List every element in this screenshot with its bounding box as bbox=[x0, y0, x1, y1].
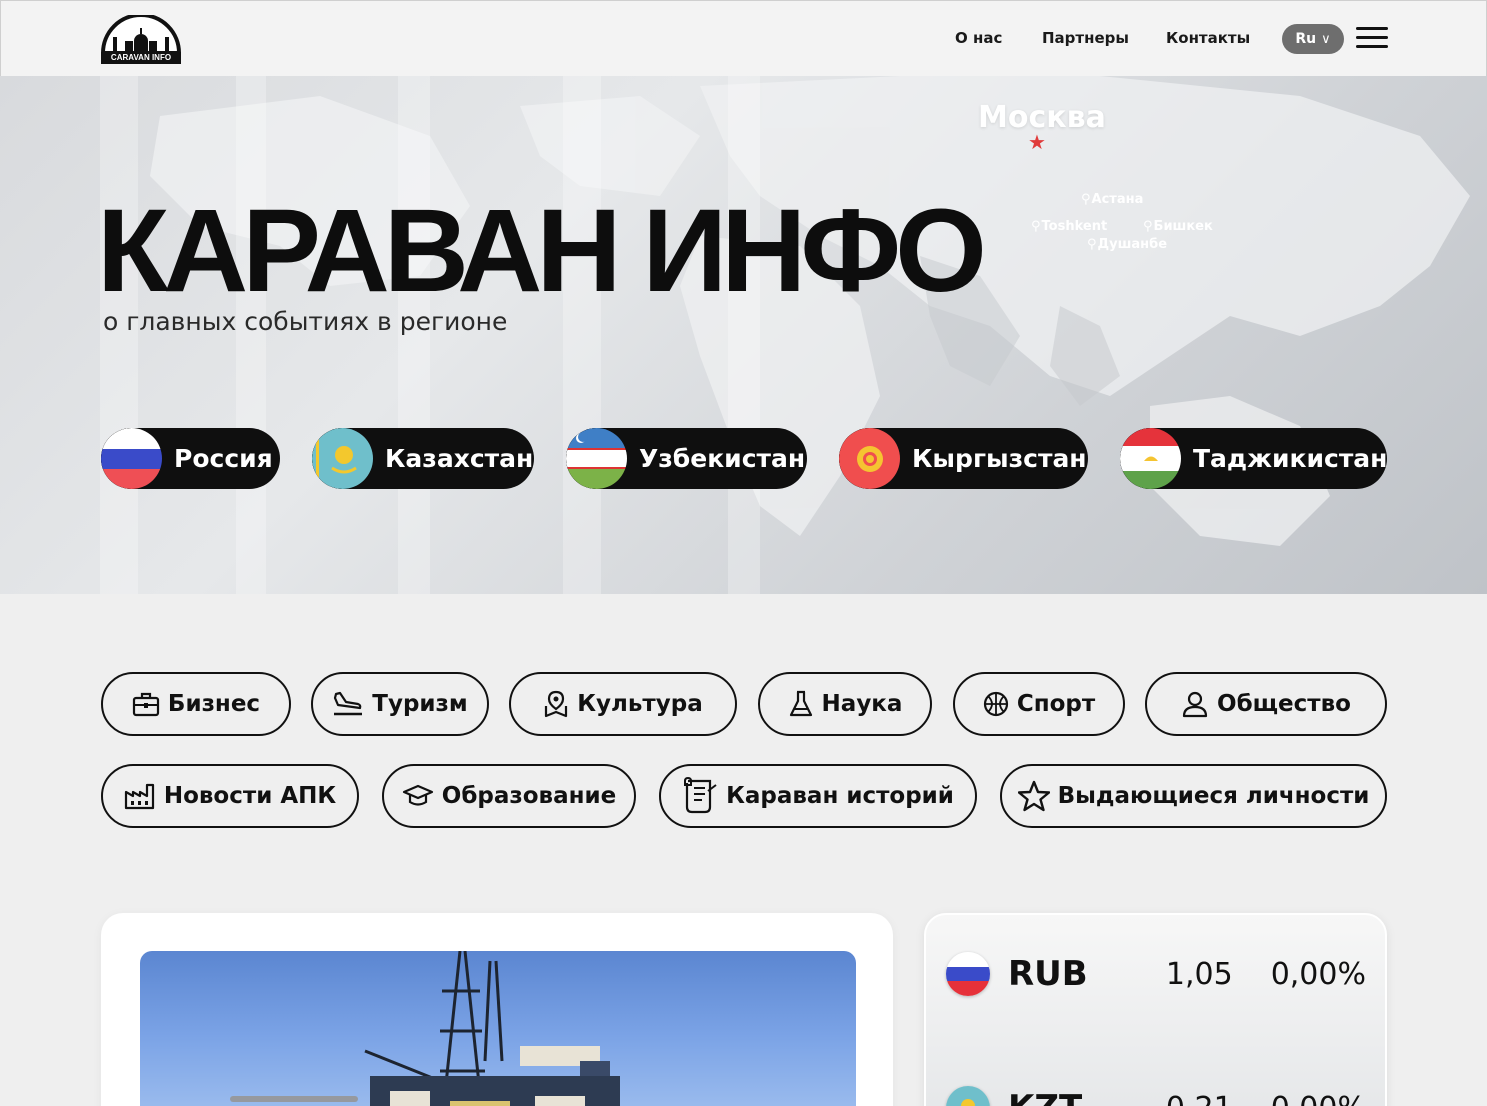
currency-rates-card: RUB 1,05 0,00% KZT 0,21 0,00% bbox=[924, 913, 1387, 1106]
country-label: Кыргызстан bbox=[912, 444, 1087, 473]
city-astana: ⚲Астана bbox=[1081, 192, 1143, 207]
currency-change: 0,00% bbox=[1271, 1091, 1366, 1106]
category-label: Общество bbox=[1217, 691, 1351, 717]
city-tashkent: ⚲Toshkent bbox=[1031, 219, 1107, 234]
category-tourism[interactable]: Туризм bbox=[311, 672, 489, 736]
category-sport[interactable]: Спорт bbox=[953, 672, 1125, 736]
nav-partners[interactable]: Партнеры bbox=[1042, 29, 1129, 47]
country-uzbekistan[interactable]: Узбекистан bbox=[566, 428, 807, 489]
decor-stripe bbox=[728, 76, 760, 594]
flask-icon bbox=[789, 690, 812, 717]
city-label: Toshkent bbox=[1041, 219, 1108, 234]
russia-flag-icon bbox=[101, 428, 162, 489]
country-label: Россия bbox=[174, 444, 273, 473]
uzbekistan-flag-icon bbox=[566, 428, 627, 489]
pin-icon: ⚲ bbox=[1087, 237, 1097, 252]
country-kazakhstan[interactable]: Казахстан bbox=[312, 428, 534, 489]
category-culture[interactable]: Культура bbox=[509, 672, 737, 736]
menu-icon[interactable] bbox=[1356, 27, 1388, 49]
currency-rate: 0,21 bbox=[1138, 1091, 1233, 1106]
scroll-icon bbox=[684, 777, 717, 814]
basketball-icon bbox=[983, 691, 1008, 717]
city-label: Душанбе bbox=[1097, 237, 1168, 252]
category-caravan-stories[interactable]: Караван историй bbox=[659, 764, 977, 828]
decor-stripe bbox=[563, 76, 601, 594]
currency-row-rub: RUB 1,05 0,00% bbox=[946, 951, 1366, 997]
category-label: Образование bbox=[441, 783, 617, 809]
category-label: Туризм bbox=[372, 691, 468, 717]
category-education[interactable]: Образование bbox=[382, 764, 636, 828]
category-label: Бизнес bbox=[167, 691, 261, 717]
kyrgyzstan-flag-icon bbox=[839, 428, 900, 489]
briefcase-icon bbox=[132, 692, 160, 717]
language-selector[interactable]: Ru ∨ bbox=[1282, 24, 1344, 54]
pin-icon: ⚲ bbox=[1031, 219, 1041, 234]
caravan-info-logo[interactable]: CARAVAN INFO bbox=[100, 13, 182, 65]
country-tajikistan[interactable]: Таджикистан bbox=[1120, 428, 1387, 489]
plane-landing-icon bbox=[334, 691, 363, 716]
city-label: Бишкек bbox=[1153, 219, 1213, 234]
tajikistan-flag-icon bbox=[1120, 428, 1181, 489]
kazakhstan-flag-icon bbox=[312, 428, 373, 489]
russia-flag-icon bbox=[946, 952, 990, 996]
category-business[interactable]: Бизнес bbox=[101, 672, 291, 736]
currency-code: RUB bbox=[1008, 954, 1088, 994]
hero-subtitle: о главных событиях в регионе bbox=[103, 307, 508, 336]
currency-change: 0,00% bbox=[1270, 956, 1366, 992]
currency-code: KZT bbox=[1008, 1088, 1138, 1106]
hero-title: КАРАВАН ИНФО bbox=[97, 185, 987, 317]
user-icon bbox=[1182, 691, 1208, 718]
news-image-oil-platform[interactable] bbox=[140, 951, 856, 1106]
category-notable-people[interactable]: Выдающиеся личности bbox=[1000, 764, 1387, 828]
country-label: Таджикистан bbox=[1193, 444, 1387, 473]
pin-icon: ⚲ bbox=[1081, 192, 1091, 207]
city-dushanbe: ⚲Душанбе bbox=[1087, 237, 1167, 252]
category-society[interactable]: Общество bbox=[1145, 672, 1387, 736]
category-label: Новости АПК bbox=[163, 783, 337, 809]
category-label: Караван историй bbox=[726, 783, 954, 809]
carousel-progress-bar[interactable] bbox=[230, 1096, 358, 1102]
country-label: Узбекистан bbox=[639, 444, 806, 473]
logo-text: CARAVAN INFO bbox=[110, 53, 172, 62]
country-label: Казахстан bbox=[385, 444, 534, 473]
country-russia[interactable]: Россия bbox=[101, 428, 280, 489]
category-label: Спорт bbox=[1016, 691, 1096, 717]
language-label: Ru bbox=[1295, 31, 1317, 47]
map-pin-icon bbox=[545, 690, 568, 718]
nav-contacts[interactable]: Контакты bbox=[1166, 29, 1250, 47]
category-science[interactable]: Наука bbox=[758, 672, 932, 736]
chevron-down-icon: ∨ bbox=[1321, 31, 1331, 47]
graduation-cap-icon bbox=[402, 784, 433, 806]
pin-icon: ⚲ bbox=[1143, 219, 1153, 234]
factory-icon bbox=[124, 783, 154, 810]
featured-news-card[interactable] bbox=[101, 913, 893, 1106]
country-kyrgyzstan[interactable]: Кыргызстан bbox=[839, 428, 1088, 489]
currency-row-kzt: KZT 0,21 0,00% bbox=[946, 1085, 1366, 1106]
currency-rate: 1,05 bbox=[1165, 956, 1233, 992]
city-label: Астана bbox=[1091, 192, 1144, 207]
city-bishkek: ⚲Бишкек bbox=[1143, 219, 1213, 234]
nav-about[interactable]: О нас bbox=[955, 29, 1002, 47]
category-label: Наука bbox=[821, 691, 903, 717]
kazakhstan-flag-icon bbox=[946, 1086, 990, 1106]
site-header: CARAVAN INFO О нас Партнеры Контакты Ru … bbox=[0, 0, 1487, 76]
hero-section: Москва ★ ⚲Астана ⚲Toshkent ⚲Бишкек ⚲Душа… bbox=[0, 76, 1487, 594]
star-icon: ★ bbox=[1028, 130, 1046, 154]
star-icon bbox=[1017, 780, 1050, 812]
category-agro-news[interactable]: Новости АПК bbox=[101, 764, 359, 828]
category-label: Культура bbox=[577, 691, 703, 717]
category-label: Выдающиеся личности bbox=[1057, 783, 1370, 809]
